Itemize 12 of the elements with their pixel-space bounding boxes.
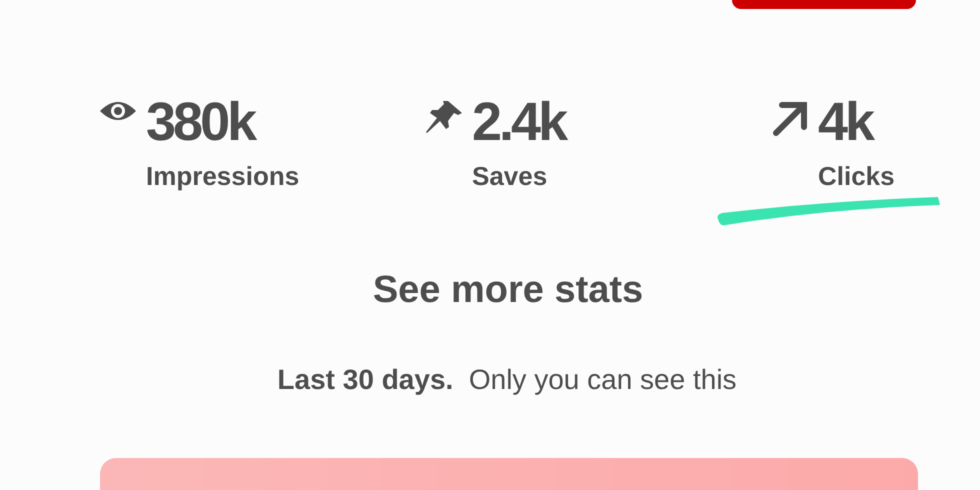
stat-value: 4k xyxy=(818,95,874,149)
privacy-note: Last 30 days. Only you can see this xyxy=(276,364,738,396)
stat-value: 2.4k xyxy=(472,95,566,149)
see-more-link[interactable]: See more stats xyxy=(372,269,644,311)
pin-icon xyxy=(424,99,464,135)
stat-label: Clicks xyxy=(818,163,895,189)
stat-label: Impressions xyxy=(146,163,300,189)
stat-value: 380k xyxy=(146,95,256,149)
action-button[interactable] xyxy=(732,0,916,9)
arrow-icon xyxy=(770,99,810,139)
stat-label: Saves xyxy=(472,163,548,189)
eye-icon xyxy=(98,99,138,123)
